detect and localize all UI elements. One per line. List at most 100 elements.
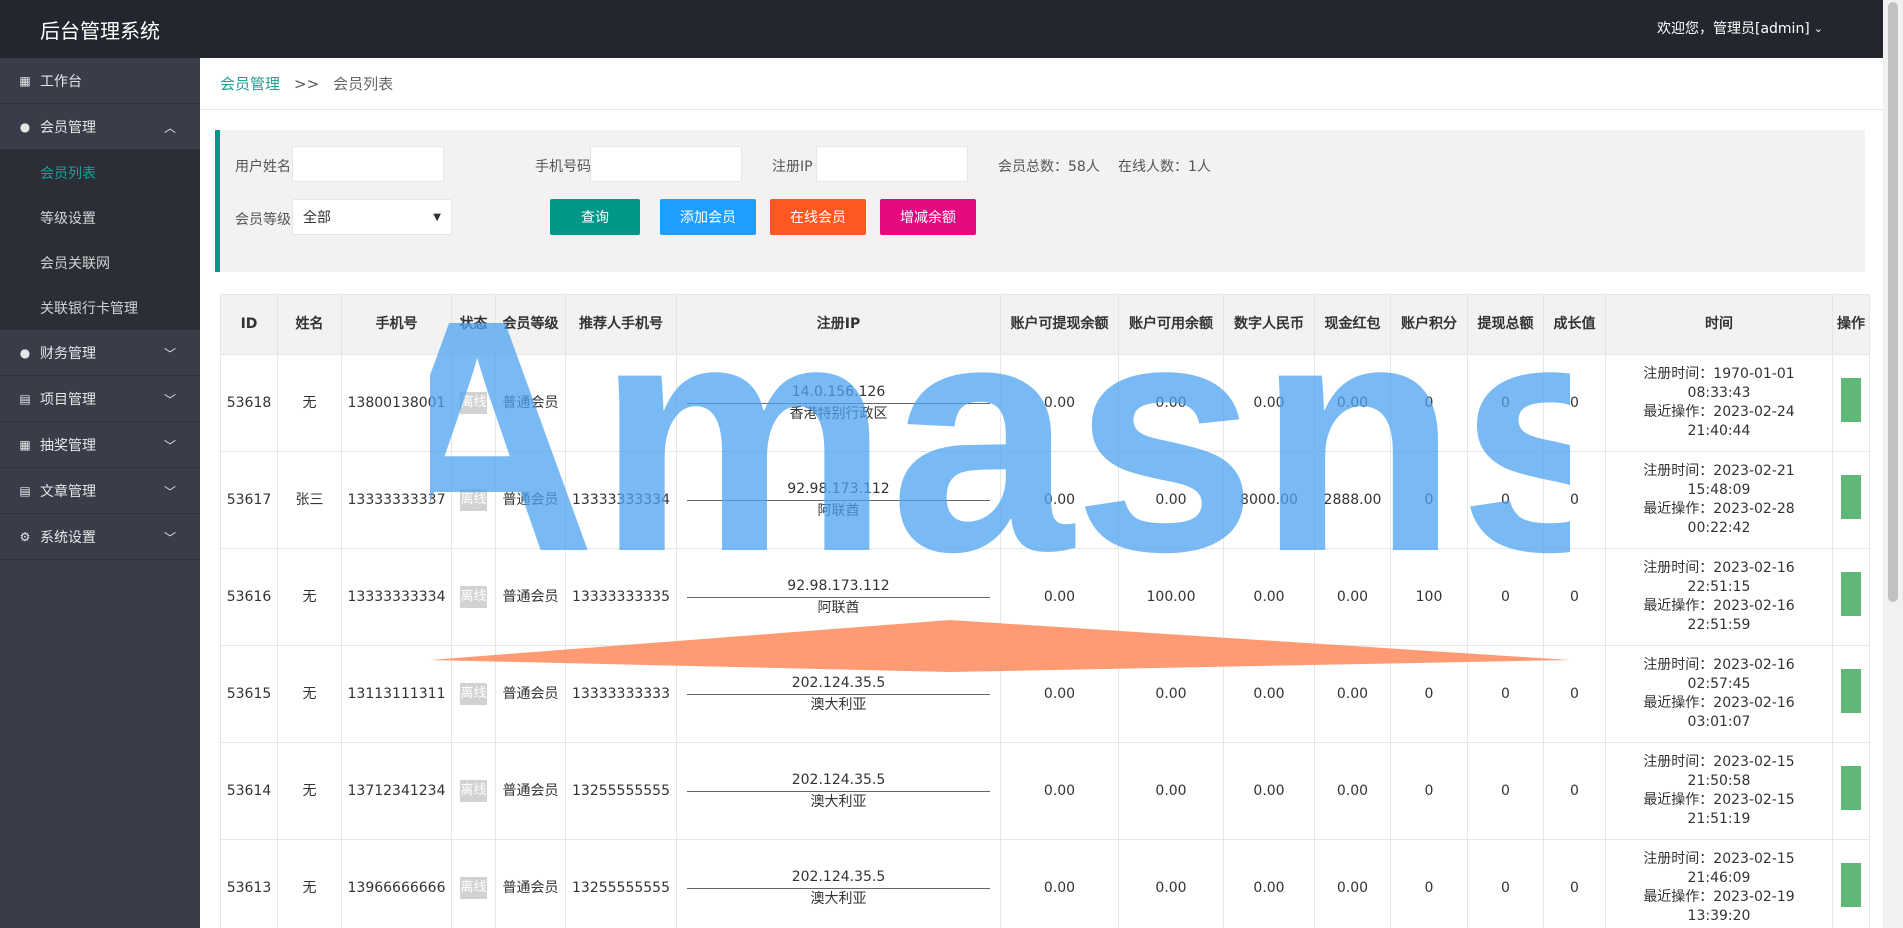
ip-location: 澳大利亚: [810, 890, 867, 907]
sidebar-item-label: 财务管理: [40, 345, 96, 362]
cell-ip: 202.124.35.5 澳大利亚: [676, 645, 1001, 743]
cell-status: 离线: [451, 839, 496, 928]
cell-referrer: 13333333333: [565, 645, 677, 743]
cell-available: 0.00: [1118, 742, 1224, 840]
cell-ip: 14.0.156.126 香港特别行政区: [676, 354, 1001, 452]
ip-location: 澳大利亚: [810, 696, 867, 713]
cell-withdraw-total: 0: [1467, 354, 1544, 452]
table-row: 53618 无 13800138001 离线 普通会员 14.0.156.126…: [220, 354, 1870, 452]
cell-name: 无: [277, 354, 342, 452]
sidebar-item-label: 系统设置: [40, 529, 96, 546]
action-button[interactable]: [1841, 669, 1861, 713]
article-icon: ▤: [19, 483, 31, 498]
chevron-down-icon: ▼: [433, 211, 441, 223]
status-badge: 离线: [460, 489, 487, 511]
status-badge: 离线: [460, 780, 487, 802]
cell-name: 无: [277, 645, 342, 743]
cell-referrer: [565, 354, 677, 452]
table-row: 53615 无 13113111311 离线 普通会员 13333333333 …: [220, 645, 1870, 743]
query-button[interactable]: 查询: [550, 199, 640, 235]
phone-input[interactable]: [590, 146, 742, 182]
sidebar-item-label: 抽奖管理: [40, 437, 96, 454]
chevron-down-icon: ﹀: [163, 485, 176, 499]
ip-location: 香港特别行政区: [789, 405, 888, 422]
col-points: 账户积分: [1390, 294, 1468, 355]
scrollbar-thumb[interactable]: [1888, 2, 1898, 602]
finance-icon: ●: [19, 345, 31, 360]
cell-referrer: 13255555555: [565, 839, 677, 928]
sidebar-item-projects[interactable]: ▤ 项目管理 ﹀: [0, 376, 200, 422]
cell-ecny: 0.00: [1223, 354, 1315, 452]
cell-level: 普通会员: [495, 645, 566, 743]
ip-input[interactable]: [816, 146, 968, 182]
cell-actions: [1832, 742, 1870, 840]
action-button[interactable]: [1841, 378, 1861, 422]
cell-growth: 0: [1543, 645, 1606, 743]
page-scrollbar[interactable]: [1883, 0, 1903, 928]
sidebar: ▦ 工作台 ● 会员管理 ︿ 会员列表 等级设置 会员关联网 关联银行卡管理 ●…: [0, 58, 200, 928]
sidebar-item-articles[interactable]: ▤ 文章管理 ﹀: [0, 468, 200, 514]
table-row: 53617 张三 13333333337 离线 普通会员 13333333334…: [220, 451, 1870, 549]
sidebar-subitem-member-list[interactable]: 会员列表: [0, 150, 200, 195]
cell-actions: [1832, 354, 1870, 452]
chevron-down-icon: ﹀: [163, 347, 176, 361]
sidebar-subitem-member-network[interactable]: 会员关联网: [0, 240, 200, 285]
ip-address: 92.98.173.112: [687, 480, 990, 501]
cell-withdrawable: 0.00: [1000, 548, 1119, 646]
chevron-down-icon: ⌄: [1813, 21, 1823, 35]
cell-phone: 13800138001: [341, 354, 452, 452]
sidebar-item-dashboard[interactable]: ▦ 工作台: [0, 58, 200, 104]
col-status: 状态: [451, 294, 496, 355]
status-badge: 离线: [460, 392, 487, 414]
cell-time: 注册时间：2023-02-21 15:48:09 最近操作：2023-02-28 …: [1605, 451, 1833, 549]
reg-time: 注册时间：2023-02-16 22:51:15: [1643, 560, 1795, 595]
action-button[interactable]: [1841, 572, 1861, 616]
action-button[interactable]: [1841, 475, 1861, 519]
breadcrumb-parent[interactable]: 会员管理: [220, 73, 280, 94]
cell-level: 普通会员: [495, 839, 566, 928]
cell-points: 0: [1390, 742, 1468, 840]
sidebar-item-settings[interactable]: ⚙ 系统设置 ﹀: [0, 514, 200, 560]
cell-withdraw-total: 0: [1467, 548, 1544, 646]
ip-label: 注册IP: [772, 159, 813, 175]
member-table: ID 姓名 手机号 状态 会员等级 推荐人手机号 注册IP 账户可提现余额 账户…: [220, 294, 1870, 928]
sidebar-item-label: 文章管理: [40, 483, 96, 500]
online-members-button[interactable]: 在线会员: [770, 199, 866, 235]
cell-growth: 0: [1543, 451, 1606, 549]
action-button[interactable]: [1841, 766, 1861, 810]
cell-ecny: 8000.00: [1223, 451, 1315, 549]
cell-level: 普通会员: [495, 742, 566, 840]
cell-referrer: 13333333334: [565, 451, 677, 549]
level-select[interactable]: 全部 ▼: [292, 199, 452, 235]
cell-level: 普通会员: [495, 548, 566, 646]
sidebar-item-label: 工作台: [40, 73, 82, 90]
cell-available: 0.00: [1118, 839, 1224, 928]
adjust-balance-button[interactable]: 增减余额: [880, 199, 976, 235]
top-header: 后台管理系统 欢迎您，管理员[admin] ⌄: [0, 0, 1903, 58]
sidebar-item-lottery[interactable]: ▦ 抽奖管理 ﹀: [0, 422, 200, 468]
last-op-time: 最近操作：2023-02-16 22:51:59: [1643, 598, 1795, 633]
cell-phone: 13966666666: [341, 839, 452, 928]
status-badge: 离线: [460, 877, 487, 899]
username-input[interactable]: [292, 146, 444, 182]
cell-ip: 202.124.35.5 澳大利亚: [676, 742, 1001, 840]
add-member-button[interactable]: 添加会员: [660, 199, 756, 235]
cell-referrer: 13255555555: [565, 742, 677, 840]
action-button[interactable]: [1841, 863, 1861, 907]
table-header-row: ID 姓名 手机号 状态 会员等级 推荐人手机号 注册IP 账户可提现余额 账户…: [220, 294, 1870, 355]
sidebar-item-finance[interactable]: ● 财务管理 ﹀: [0, 330, 200, 376]
table-row: 53616 无 13333333334 离线 普通会员 13333333335 …: [220, 548, 1870, 646]
col-ecny: 数字人民币: [1223, 294, 1315, 355]
ip-address: 202.124.35.5: [687, 771, 990, 792]
cell-growth: 0: [1543, 354, 1606, 452]
col-time: 时间: [1605, 294, 1833, 355]
user-menu[interactable]: 欢迎您，管理员[admin] ⌄: [1657, 18, 1823, 38]
sidebar-item-members[interactable]: ● 会员管理 ︿: [0, 104, 200, 150]
total-members: 会员总数：58人: [998, 159, 1100, 175]
sidebar-subitem-bank-cards[interactable]: 关联银行卡管理: [0, 285, 200, 330]
status-badge: 离线: [460, 683, 487, 705]
project-icon: ▤: [19, 391, 31, 406]
sidebar-subitem-level-settings[interactable]: 等级设置: [0, 195, 200, 240]
breadcrumb: 会员管理 >> 会员列表: [200, 58, 1883, 110]
cell-redpack: 2888.00: [1314, 451, 1391, 549]
